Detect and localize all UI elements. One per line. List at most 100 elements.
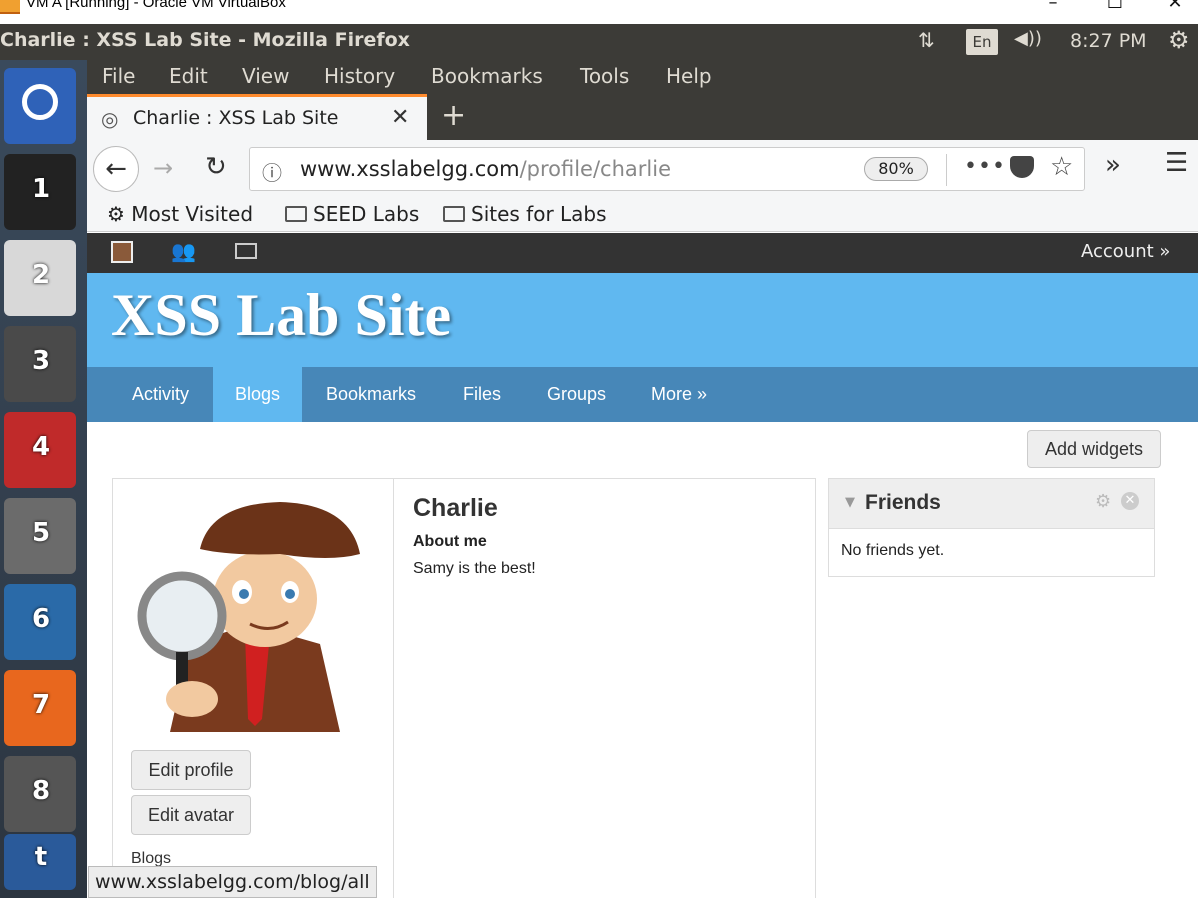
launcher-item-number: 2 [31,260,51,290]
gear-icon: ⚙ [107,202,125,226]
nav-groups[interactable]: Groups [525,367,628,422]
zoom-level-badge[interactable]: 80% [864,157,928,181]
launcher-item-1[interactable]: 1 [4,154,76,230]
menu-view[interactable]: View [242,64,289,88]
bookmark-star-icon[interactable]: ☆ [1050,152,1073,182]
launcher-item-number: 6 [31,604,51,634]
pocket-icon[interactable] [1010,156,1034,178]
friends-widget-header[interactable]: ▼ Friends ⚙ ✕ [829,479,1154,529]
navigation-toolbar: ← → ↻ ⓘ www.xsslabelgg.com/profile/charl… [87,140,1198,198]
tab-strip: ◎ Charlie : XSS Lab Site ✕ + [87,94,1198,140]
launcher-item-5[interactable]: 5 [4,498,76,574]
launcher-item-number: 1 [31,174,51,204]
url-host: www.xsslabelgg.com [300,157,520,181]
new-tab-button[interactable]: + [441,98,466,133]
bookmark-label: Sites for Labs [471,202,607,226]
ubuntu-logo-icon [22,84,58,120]
nav-blogs[interactable]: Blogs [213,367,303,422]
system-settings-icon[interactable]: ⚙ [1168,26,1190,54]
widget-close-icon[interactable]: ✕ [1121,492,1139,510]
url-text[interactable]: www.xsslabelgg.com/profile/charlie [300,157,671,181]
ubuntu-dash-button[interactable] [4,68,76,144]
friends-icon[interactable]: 👥 [171,239,196,263]
launcher-item-number: 5 [31,518,51,548]
launcher-item-6[interactable]: 6 [4,584,76,660]
unity-launcher: 1 2 3 4 5 6 7 8 t [0,60,87,898]
url-bar[interactable]: ⓘ www.xsslabelgg.com/profile/charlie 80%… [249,147,1085,191]
profile-avatar-image[interactable] [130,494,380,732]
no-friends-message: No friends yet. [841,542,945,559]
messages-icon[interactable] [235,243,257,259]
network-icon[interactable]: ⇅ [918,28,935,52]
menu-history[interactable]: History [324,64,395,88]
tab-favicon-icon: ◎ [101,107,119,131]
back-button[interactable]: ← [93,146,139,192]
launcher-item-terminal[interactable]: t [4,834,76,890]
folder-icon [443,206,465,222]
launcher-item-3[interactable]: 3 [4,326,76,402]
bookmark-seed-labs[interactable]: SEED Labs [285,202,419,226]
about-me-text: Samy is the best! [413,560,536,577]
add-widgets-button[interactable]: Add widgets [1027,430,1161,468]
bookmark-sites-for-labs[interactable]: Sites for Labs [443,202,607,226]
keyboard-language-indicator[interactable]: En [966,29,998,55]
site-title[interactable]: XSS Lab Site [111,281,451,350]
url-bar-divider [946,154,947,186]
volume-icon[interactable]: ◀)) [1014,28,1042,49]
host-window-titlebar: VM A [Running] - Oracle VM VirtualBox – … [0,0,1198,24]
profile-column-divider [393,478,394,898]
launcher-item-number: 4 [31,432,51,462]
status-bar-url: www.xsslabelgg.com/blog/all [88,866,377,898]
bookmark-label: Most Visited [131,202,254,226]
friends-widget: ▼ Friends ⚙ ✕ No friends yet. [828,478,1155,577]
launcher-item-8[interactable]: 8 [4,756,76,832]
profile-name: Charlie [413,494,498,522]
panel-clock[interactable]: 8:27 PM [1070,30,1147,52]
launcher-item-number: 3 [31,346,51,376]
menu-tools[interactable]: Tools [580,64,629,88]
menu-help[interactable]: Help [666,64,712,88]
reload-button[interactable]: ↻ [205,152,227,182]
site-navigation: Activity Blogs Bookmarks Files Groups Mo… [87,367,1198,422]
launcher-item-4[interactable]: 4 [4,412,76,488]
collapse-triangle-icon[interactable]: ▼ [845,495,855,510]
launcher-item-2[interactable]: 2 [4,240,76,316]
maximize-button[interactable]: ☐ [1092,0,1138,16]
edit-avatar-button[interactable]: Edit avatar [131,795,251,835]
host-window-title: VM A [Running] - Oracle VM VirtualBox [26,0,286,11]
virtualbox-icon [0,0,20,14]
about-me-heading: About me [413,533,487,550]
active-window-title: Charlie : XSS Lab Site - Mozilla Firefox [0,29,410,51]
elgg-topbar: 👥 Account » [87,233,1198,273]
launcher-item-number: 8 [31,776,51,806]
tab-close-icon[interactable]: ✕ [391,105,409,130]
forward-button[interactable]: → [153,154,173,182]
launcher-item-7-firefox[interactable]: 7 [4,670,76,746]
site-header: XSS Lab Site [87,273,1198,367]
hamburger-menu-icon[interactable]: ☰ [1165,148,1188,178]
user-avatar-icon[interactable] [111,241,133,263]
bookmark-label: SEED Labs [313,202,420,226]
site-info-icon[interactable]: ⓘ [262,157,282,186]
nav-activity[interactable]: Activity [110,367,211,422]
menu-bookmarks[interactable]: Bookmarks [431,64,543,88]
close-window-button[interactable]: ✕ [1152,0,1198,16]
menu-file[interactable]: File [102,64,135,88]
bookmark-most-visited[interactable]: ⚙ Most Visited [107,202,253,226]
url-path: /profile/charlie [519,157,671,181]
tab-charlie-xss-lab-site[interactable]: ◎ Charlie : XSS Lab Site ✕ [87,94,427,140]
edit-profile-button[interactable]: Edit profile [131,750,251,790]
toolbar-overflow-icon[interactable]: » [1105,150,1121,180]
ubuntu-top-panel: Charlie : XSS Lab Site - Mozilla Firefox… [0,24,1198,60]
widget-settings-icon[interactable]: ⚙ [1095,491,1111,512]
friends-widget-title: Friends [865,491,941,514]
page-actions-menu-icon[interactable]: ••• [964,154,1006,179]
launcher-item-letter: t [34,842,48,872]
nav-bookmarks[interactable]: Bookmarks [304,367,438,422]
minimize-button[interactable]: – [1030,0,1076,16]
nav-files[interactable]: Files [441,367,523,422]
account-menu[interactable]: Account » [1081,241,1170,262]
nav-more[interactable]: More » [629,367,729,422]
menu-edit[interactable]: Edit [169,64,208,88]
launcher-item-number: 7 [31,690,51,720]
